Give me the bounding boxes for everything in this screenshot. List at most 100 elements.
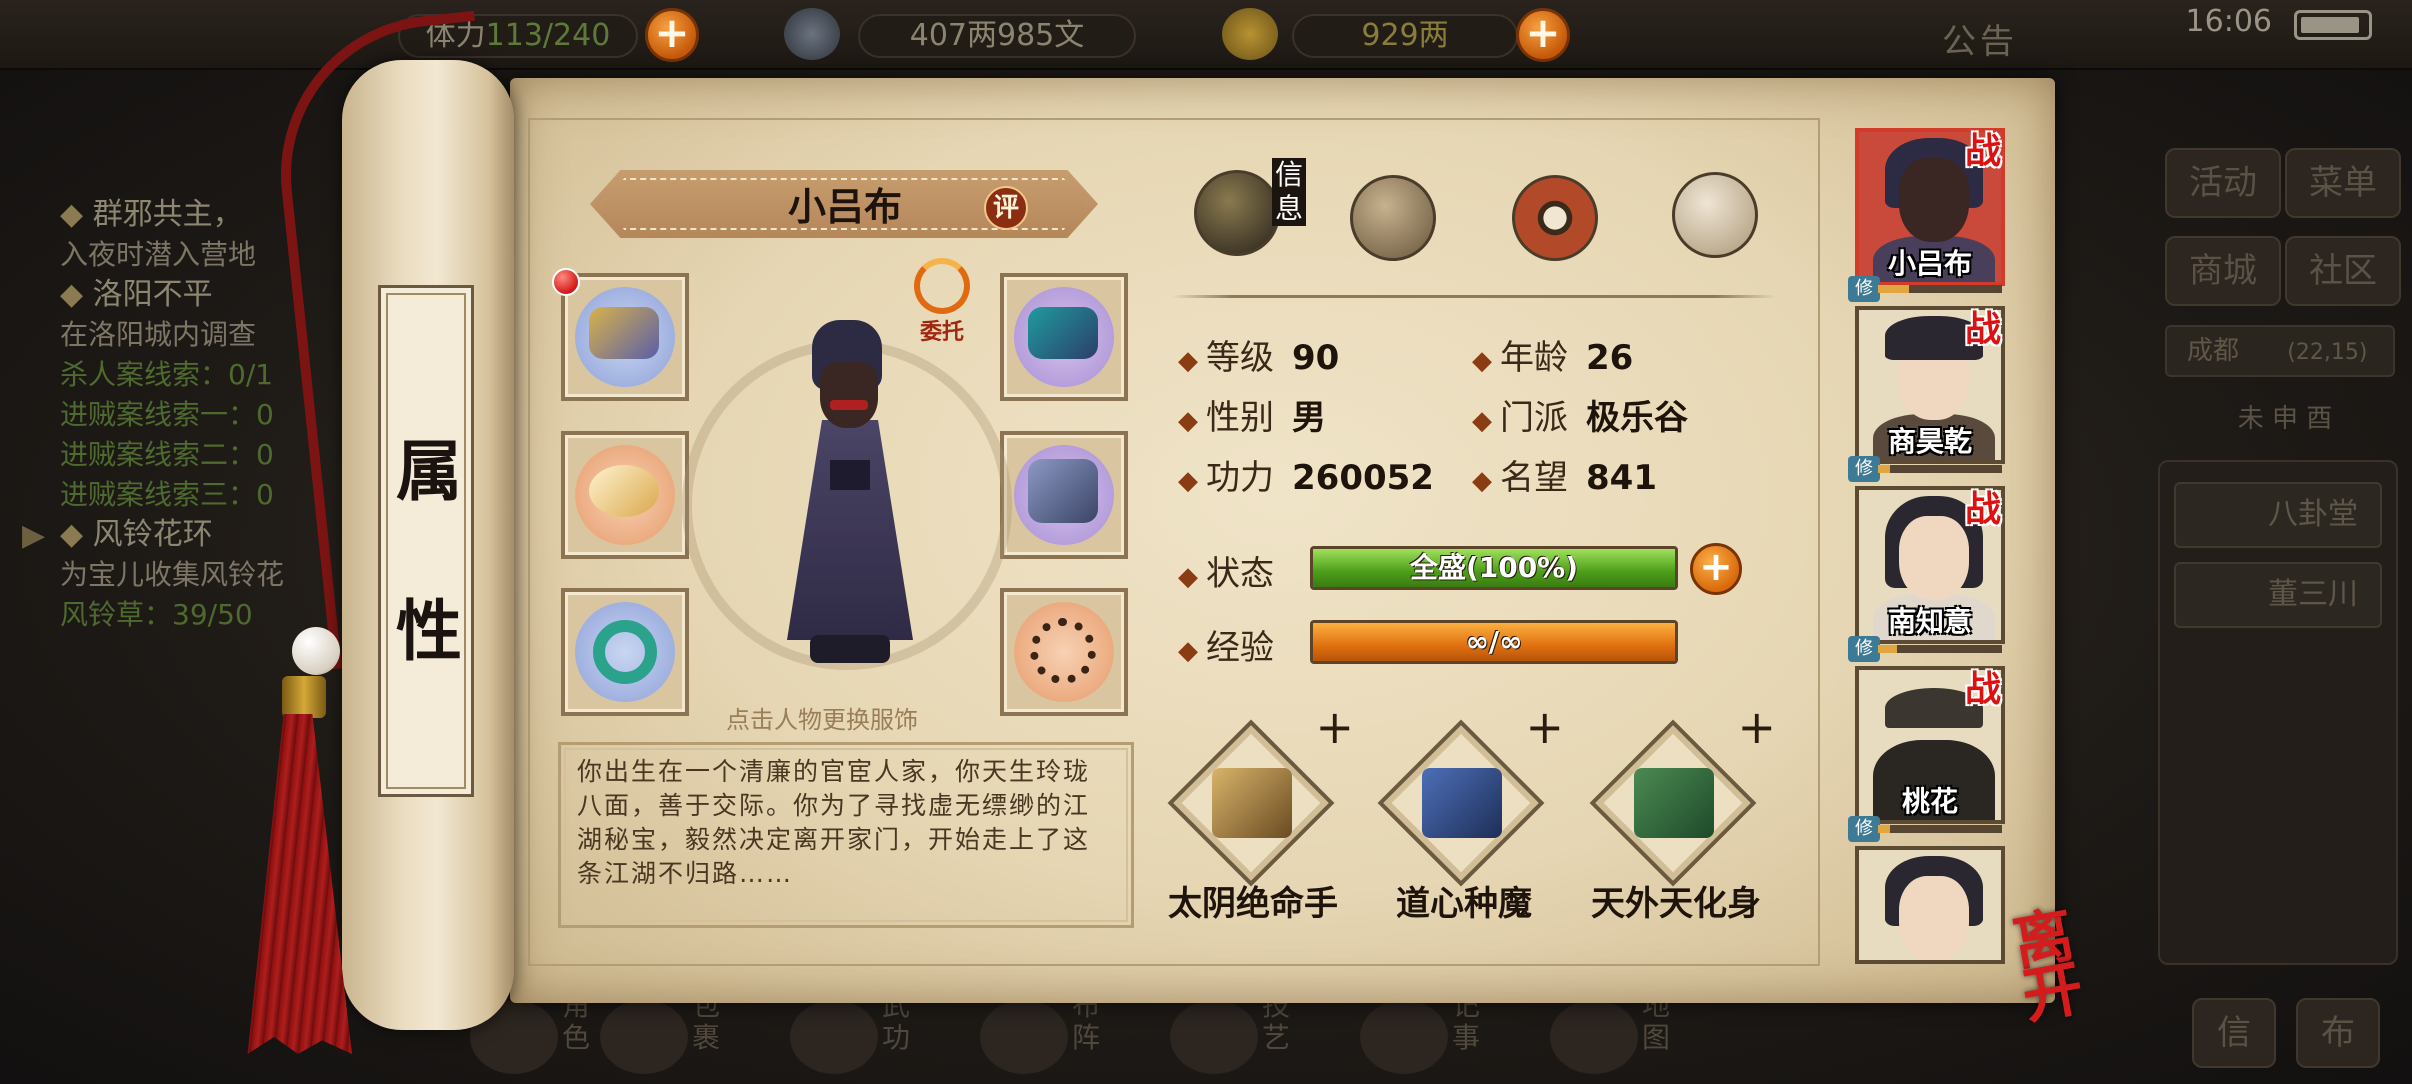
companion-portrait[interactable] (1855, 846, 2005, 964)
jade-ring-icon (593, 620, 657, 684)
journal-icon (1360, 1000, 1448, 1074)
prayer-beads-icon (1030, 618, 1096, 684)
nav-bag[interactable]: 包裹 (600, 990, 750, 1080)
city-name: 成都 (2187, 336, 2240, 366)
skill-name: 太阴绝命手 (1168, 884, 1338, 924)
hero-feet (810, 635, 890, 663)
stat-label: 年龄 (1500, 338, 1568, 378)
tab-info-label: 信息 (1272, 158, 1306, 226)
stat-label: 性别 (1206, 398, 1274, 438)
npc-list-panel: 八卦堂 董三川 (2158, 460, 2398, 965)
training-bar (1878, 465, 2002, 473)
formation-shortcut-button[interactable]: 布 (2296, 998, 2380, 1068)
tab-meridian[interactable] (1662, 162, 1766, 262)
battery-icon (2294, 10, 2372, 40)
training-bar-fill (1878, 465, 1891, 473)
scroll-title-char: 性 (396, 592, 462, 670)
nav-journal[interactable]: 记事 (1360, 990, 1510, 1080)
equip-slot-ring[interactable] (561, 588, 689, 716)
activity-button[interactable]: 活动 (2165, 148, 2281, 218)
location-box[interactable]: 成都 (22,15) (2165, 325, 2395, 377)
restore-status-button[interactable]: + (1690, 543, 1742, 595)
add-ingots-button[interactable]: + (1516, 8, 1570, 62)
tab-bagua[interactable] (1502, 165, 1606, 265)
nav-map[interactable]: 地图 (1550, 990, 1700, 1080)
diamond-bullet-icon: ◆ (1178, 562, 1198, 592)
meridian-body-icon (1672, 172, 1758, 258)
diamond-bullet-icon: ◆ (1178, 346, 1198, 376)
notice-button[interactable]: 公告 (1942, 14, 2018, 63)
change-outfit-hint: 点击人物更换服饰 (726, 706, 918, 734)
gold-ingot-icon (1222, 8, 1278, 60)
new-item-dot (552, 268, 580, 296)
demon-mask-icon (820, 362, 878, 428)
leave-button[interactable]: 离开 (2008, 899, 2136, 1033)
npc-item[interactable]: 董三川 (2174, 562, 2382, 628)
diamond-bullet-icon: ◆ (1178, 636, 1198, 666)
equip-slot-gloves[interactable] (561, 273, 689, 401)
npc-item[interactable]: 八卦堂 (2174, 482, 2382, 548)
ingots-counter: 929两 (1292, 14, 1518, 58)
menu-button[interactable]: 菜单 (2285, 148, 2401, 218)
stamina-value: 113/240 (485, 18, 611, 53)
info-portrait-icon (1194, 170, 1280, 256)
training-badge: 修 (1848, 816, 1880, 842)
bio-text: 你出生在一个清廉的官宦人家，你天生玲珑八面，善于交际。你为了寻找虚无缥缈的江湖秘… (577, 757, 1091, 888)
stat-sect: ◆ 门派 极乐谷 (1472, 390, 1688, 439)
stat-level: ◆ 等级 90 (1178, 330, 1339, 379)
training-bar-fill (1878, 645, 1897, 653)
bagua-icon (980, 1000, 1068, 1074)
bagua-icon (1512, 175, 1598, 261)
add-stamina-button[interactable]: + (645, 8, 699, 62)
equip-slot-helmet[interactable] (1000, 273, 1128, 401)
battle-mark: 战 (1965, 488, 2002, 530)
skill-name: 道心种魔 (1396, 884, 1532, 924)
tab-records[interactable] (1340, 165, 1444, 265)
scroll-title-label: 属 性 (378, 285, 474, 797)
city-coords: (22,15) (2287, 340, 2368, 365)
stat-value: 90 (1292, 338, 1340, 378)
demon-mask-icon (1899, 158, 1969, 242)
equip-slot-beads[interactable] (1000, 588, 1128, 716)
nav-skill[interactable]: 技艺 (1170, 990, 1320, 1080)
community-button[interactable]: 社区 (2285, 236, 2401, 306)
skill-upgrade-plus[interactable]: + (1737, 700, 1776, 754)
training-bar-fill (1878, 825, 1891, 833)
stat-label: 门派 (1500, 398, 1568, 438)
coin-icon (784, 8, 840, 60)
training-badge: 修 (1848, 276, 1880, 302)
companion-name: 小吕布 (1887, 247, 1972, 280)
stat-label: 功力 (1206, 458, 1274, 498)
coins-counter: 407两985文 (858, 14, 1136, 58)
diamond-bullet-icon: ◆ (1178, 406, 1198, 436)
skill-book-icon (1212, 768, 1292, 838)
nav-martial[interactable]: 武功 (790, 990, 940, 1080)
time-marks: 未 申 酉 (2237, 404, 2333, 434)
training-bar (1878, 645, 2002, 653)
evaluate-button[interactable]: 评 (984, 186, 1028, 230)
stat-power: ◆ 功力 260052 (1178, 450, 1434, 499)
skill-scroll-icon (1634, 768, 1714, 838)
companion-name: 桃花 (1901, 785, 1958, 818)
shop-button[interactable]: 商城 (2165, 236, 2281, 306)
character-name: 小吕布 (787, 184, 902, 229)
character-model[interactable] (760, 320, 940, 680)
battle-mark: 战 (1965, 308, 2002, 350)
book-icon (790, 1000, 878, 1074)
collapse-quest-arrow-icon[interactable]: ▶ (22, 518, 66, 562)
equip-slot-ornament[interactable] (561, 431, 689, 559)
mail-button[interactable]: 信 (2192, 998, 2276, 1068)
training-bar (1878, 825, 2002, 833)
quest-title[interactable]: ◆ 风铃花环 (60, 515, 360, 555)
diamond-bullet-icon: ◆ (1178, 466, 1198, 496)
exp-bar-text: ∞/∞ (1465, 625, 1523, 658)
hero-robe (787, 420, 913, 640)
clock: 16:06 (2185, 4, 2272, 39)
skill-upgrade-plus[interactable]: + (1315, 700, 1354, 754)
flower-ornament-icon (589, 465, 659, 517)
skill-upgrade-plus[interactable]: + (1525, 700, 1564, 754)
exp-bar: ∞/∞ (1310, 620, 1678, 664)
nav-formation[interactable]: 布阵 (980, 990, 1130, 1080)
equip-slot-armor[interactable] (1000, 431, 1128, 559)
gauntlet-icon (589, 307, 659, 359)
